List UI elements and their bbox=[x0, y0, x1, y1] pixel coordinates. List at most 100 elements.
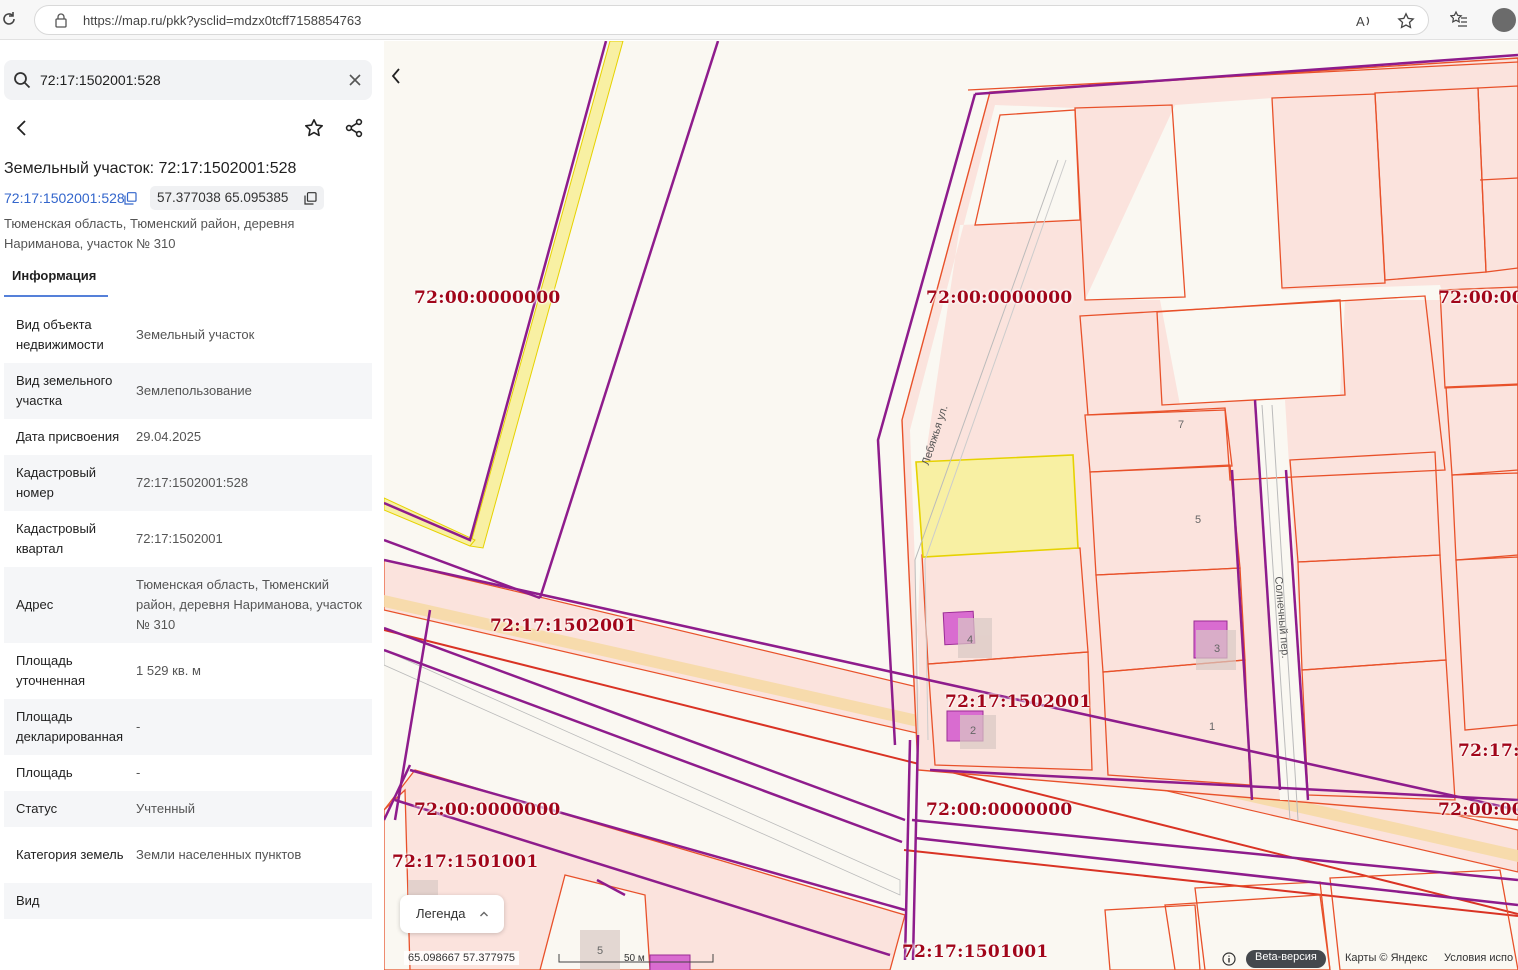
scale-label: 50 м bbox=[624, 953, 645, 964]
property-key: Дата присвоения bbox=[16, 429, 120, 444]
property-key: Кадастровый квартал bbox=[16, 521, 97, 556]
property-key: Адрес bbox=[16, 597, 54, 612]
object-info-panel: Земельный участок: 72:17:1502001:528 72:… bbox=[0, 41, 384, 970]
share-button[interactable] bbox=[336, 110, 372, 146]
parcel-number: 4 bbox=[967, 634, 974, 646]
tab-information[interactable]: Информация bbox=[4, 261, 108, 297]
property-value: Земельный участок bbox=[136, 327, 255, 342]
cadastral-label[interactable]: 72:17:1502001 bbox=[490, 616, 637, 636]
property-value: - bbox=[136, 719, 141, 734]
search-icon bbox=[14, 72, 31, 89]
property-value: 72:17:1502001:528 bbox=[136, 475, 249, 490]
parcel bbox=[1104, 904, 1201, 970]
url-text[interactable]: https://map.ru/pkk?ysclid=mdzx0tcff71588… bbox=[83, 13, 361, 28]
property-row: Дата присвоения 29.04.2025 bbox=[4, 419, 372, 455]
quarter-boundary bbox=[538, 41, 720, 599]
info-icon[interactable] bbox=[1222, 952, 1236, 966]
property-row: Кадастровый квартал 72:17:1502001 bbox=[4, 511, 372, 567]
cadastral-label[interactable]: 72:00:0000000 bbox=[414, 800, 561, 820]
map-canvas[interactable] bbox=[384, 41, 1518, 970]
profile-avatar-icon[interactable] bbox=[1492, 8, 1516, 32]
building-shadow bbox=[958, 618, 992, 658]
cursor-coordinates: 65.098667 57.377975 bbox=[404, 951, 520, 965]
road-edge-red bbox=[903, 849, 1518, 917]
copy-icon[interactable] bbox=[124, 192, 137, 205]
back-button[interactable] bbox=[4, 110, 40, 146]
property-value: 29.04.2025 bbox=[136, 429, 202, 444]
object-address: Тюменская область, Тюменский район, дере… bbox=[4, 216, 295, 251]
read-aloud-icon[interactable]: A bbox=[1355, 12, 1373, 30]
properties-table: Вид объекта недвижимости Земельный участ… bbox=[4, 307, 372, 919]
search-box[interactable] bbox=[4, 60, 372, 100]
reload-icon[interactable] bbox=[0, 10, 18, 28]
coordinates-text: 57.377038 65.095385 bbox=[157, 190, 289, 205]
share-icon bbox=[345, 118, 363, 138]
cadastral-label[interactable]: 72:17:1 bbox=[1458, 741, 1518, 761]
cadastral-map[interactable]: 72:00:0000000 72:00:0000000 72:00:0000 7… bbox=[384, 41, 1518, 970]
cadastral-label[interactable]: 72:00:0000000 bbox=[926, 288, 1073, 308]
cadastral-label[interactable]: 72:00:0000000 bbox=[414, 288, 561, 308]
search-input[interactable] bbox=[40, 69, 330, 91]
coordinates-chip[interactable]: 57.377038 65.095385 bbox=[150, 186, 324, 210]
parcel-number: 5 bbox=[1195, 514, 1202, 526]
star-icon bbox=[305, 119, 323, 137]
favorite-star-icon[interactable] bbox=[1397, 12, 1415, 30]
cadastral-label[interactable]: 72:17:1501001 bbox=[902, 942, 1049, 962]
cadastral-label[interactable]: 72:00:0000000 bbox=[926, 800, 1073, 820]
parcel-number: 1 bbox=[1209, 721, 1216, 733]
beta-badge[interactable]: Beta-версия bbox=[1246, 950, 1326, 968]
copy-icon[interactable] bbox=[304, 192, 317, 205]
property-key: Вид объекта недвижимости bbox=[16, 317, 104, 352]
property-row: Вид объекта недвижимости Земельный участ… bbox=[4, 307, 372, 363]
address-bar[interactable]: https://map.ru/pkk?ysclid=mdzx0tcff71588… bbox=[34, 5, 1429, 35]
collapse-panel-icon[interactable] bbox=[384, 60, 408, 92]
property-row: Кадастровый номер 72:17:1502001:528 bbox=[4, 455, 372, 511]
property-row: Адрес Тюменская область, Тюменский район… bbox=[4, 567, 372, 643]
parcel-number: 7 bbox=[1178, 419, 1185, 431]
property-row: Категория земель Земли населенных пункто… bbox=[4, 827, 372, 883]
property-row: Вид земельного участка Землепользование bbox=[4, 363, 372, 419]
favorites-list-icon[interactable] bbox=[1450, 10, 1468, 28]
property-key: Кадастровый номер bbox=[16, 465, 97, 500]
property-key: Площадь уточненная bbox=[16, 653, 86, 688]
svg-text:A: A bbox=[1356, 14, 1365, 29]
property-value: Землепользование bbox=[136, 383, 252, 398]
legend-button[interactable]: Легенда bbox=[400, 895, 504, 933]
tab-information-label: Информация bbox=[12, 268, 97, 283]
parcel-number: 3 bbox=[1214, 643, 1221, 655]
property-key: Площадь bbox=[16, 765, 73, 780]
property-key: Статус bbox=[16, 801, 58, 816]
clear-icon[interactable] bbox=[348, 73, 362, 87]
browser-toolbar: https://map.ru/pkk?ysclid=mdzx0tcff71588… bbox=[0, 0, 1518, 40]
property-row: Вид bbox=[4, 883, 372, 919]
legend-label: Легенда bbox=[416, 906, 466, 921]
cadastral-number-link[interactable]: 72:17:1502001:528 bbox=[4, 190, 125, 206]
property-row: Площадь - bbox=[4, 755, 372, 791]
property-key: Вид земельного участка bbox=[16, 373, 113, 408]
property-value: - bbox=[136, 765, 141, 780]
cadastral-label[interactable]: 72:00:000 bbox=[1438, 800, 1518, 820]
building-shadow bbox=[960, 715, 996, 749]
property-row: Площадь уточненная 1 529 кв. м bbox=[4, 643, 372, 699]
property-key: Категория земель bbox=[16, 847, 124, 862]
property-value: Учтенный bbox=[136, 801, 196, 816]
quarter-boundary bbox=[911, 734, 920, 961]
terms-link[interactable]: Условия испо bbox=[1444, 952, 1513, 964]
property-row: Статус Учтенный bbox=[4, 791, 372, 827]
lock-icon[interactable] bbox=[53, 12, 69, 28]
property-key: Вид bbox=[16, 893, 40, 908]
property-key: Площадь декларированная bbox=[16, 709, 124, 744]
property-value: 1 529 кв. м bbox=[136, 663, 201, 678]
chevron-up-icon bbox=[480, 911, 488, 917]
parcel-number: 2 bbox=[970, 725, 977, 737]
cadastral-label[interactable]: 72:17:1501001 bbox=[392, 852, 539, 872]
parcel bbox=[384, 788, 411, 970]
map-copyright[interactable]: Карты © Яндекс bbox=[1345, 952, 1428, 964]
property-row: Площадь декларированная - bbox=[4, 699, 372, 755]
cadastral-label[interactable]: 72:00:0000 bbox=[1438, 288, 1518, 308]
cadastral-label[interactable]: 72:17:1502001 bbox=[945, 692, 1092, 712]
favorite-button[interactable] bbox=[296, 110, 332, 146]
property-value: Земли населенных пунктов bbox=[136, 847, 302, 862]
property-value: 72:17:1502001 bbox=[136, 531, 223, 546]
chevron-left-icon bbox=[16, 120, 26, 136]
